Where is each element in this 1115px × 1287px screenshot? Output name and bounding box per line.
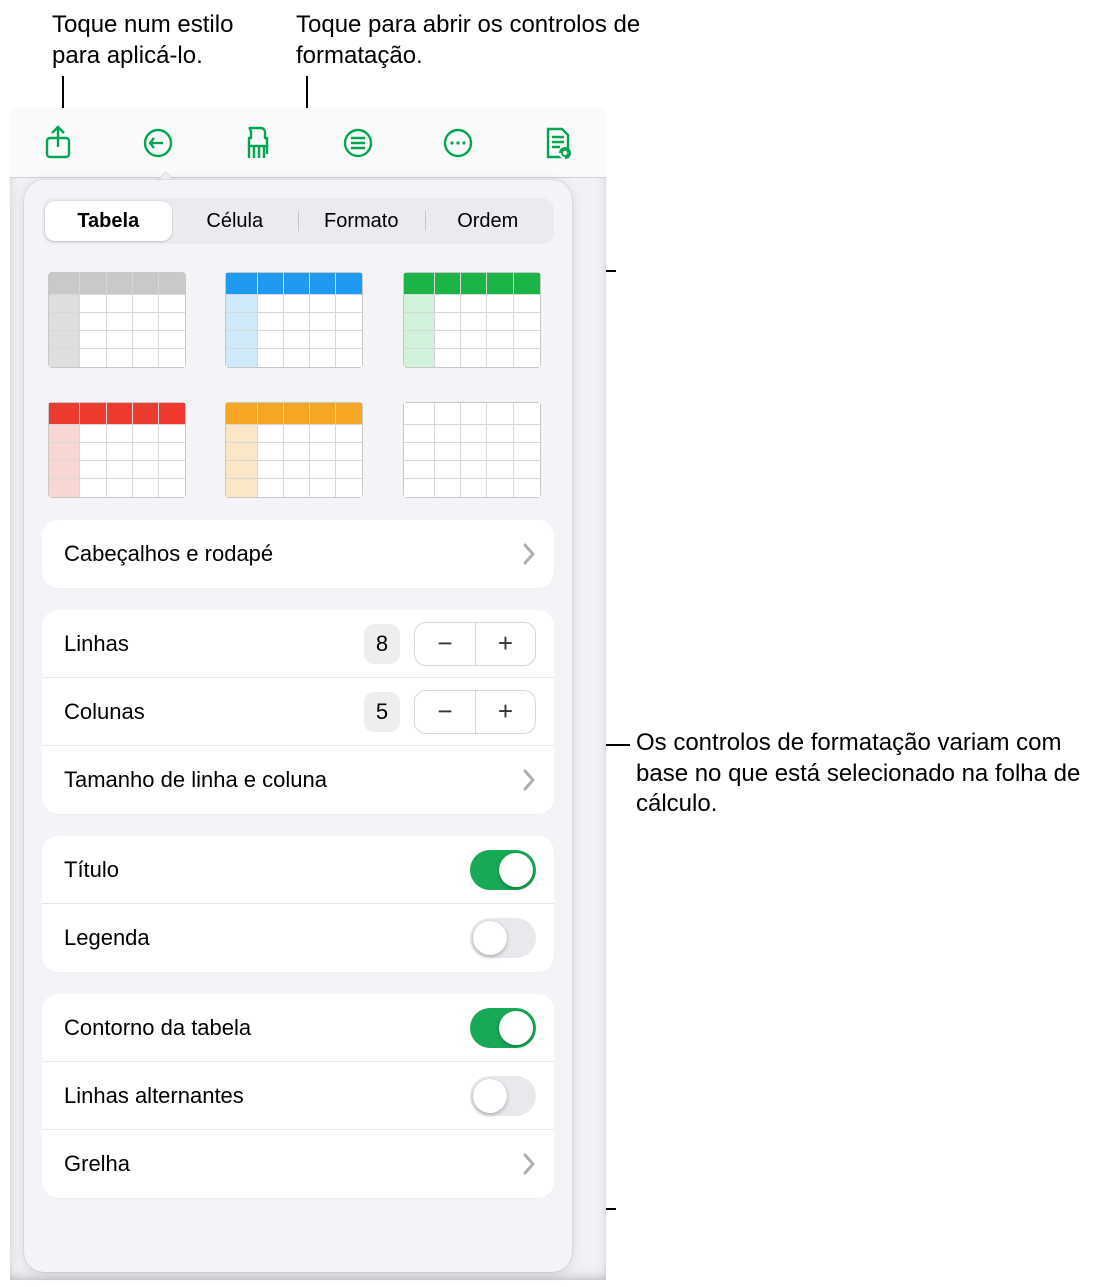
toolbar <box>10 108 606 178</box>
more-button[interactable] <box>430 115 486 171</box>
table-style-grid <box>48 272 548 498</box>
alternating-row: Linhas alternantes <box>42 1062 554 1130</box>
headers-card: Cabeçalhos e rodapé <box>42 520 554 588</box>
document-settings-button[interactable] <box>530 115 586 171</box>
rows-value: 8 <box>364 624 400 664</box>
cols-label: Colunas <box>64 699 145 725</box>
table-style-gray[interactable] <box>48 272 186 368</box>
insert-button[interactable] <box>330 115 386 171</box>
grid-label: Grelha <box>64 1151 130 1177</box>
table-style-blue[interactable] <box>225 272 363 368</box>
rows-increment-button[interactable]: + <box>475 623 535 665</box>
tab-formato[interactable]: Formato <box>298 201 425 241</box>
caption-label: Legenda <box>64 925 150 951</box>
title-label: Título <box>64 857 119 883</box>
chevron-right-icon <box>522 1152 536 1176</box>
chevron-right-icon <box>522 542 536 566</box>
callout-panel: Os controlos de formatação variam com ba… <box>636 728 1086 820</box>
title-card: Título Legenda <box>42 836 554 972</box>
table-style-orange[interactable] <box>225 402 363 498</box>
cols-decrement-button[interactable]: − <box>415 691 475 733</box>
outline-row: Contorno da tabela <box>42 994 554 1062</box>
tab-ordem[interactable]: Ordem <box>425 201 552 241</box>
format-popover: Tabela Célula Formato Ordem Cabeçalhos e… <box>24 180 572 1272</box>
rows-stepper: − + <box>414 622 536 666</box>
undo-button[interactable] <box>130 115 186 171</box>
tab-tabela[interactable]: Tabela <box>45 201 172 241</box>
rows-decrement-button[interactable]: − <box>415 623 475 665</box>
table-style-red[interactable] <box>48 402 186 498</box>
headers-footers-row[interactable]: Cabeçalhos e rodapé <box>42 520 554 588</box>
outline-label: Contorno da tabela <box>64 1015 251 1041</box>
row-col-size-label: Tamanho de linha e coluna <box>64 767 327 793</box>
cols-stepper: − + <box>414 690 536 734</box>
headers-footers-label: Cabeçalhos e rodapé <box>64 541 273 567</box>
table-style-plain[interactable] <box>403 402 541 498</box>
tab-label: Ordem <box>457 210 518 233</box>
segmented-control: Tabela Célula Formato Ordem <box>42 198 554 244</box>
alternating-switch[interactable] <box>470 1076 536 1116</box>
cols-increment-button[interactable]: + <box>475 691 535 733</box>
outline-switch[interactable] <box>470 1008 536 1048</box>
rows-label: Linhas <box>64 631 129 657</box>
cols-row: Colunas 5 − + <box>42 678 554 746</box>
tab-celula[interactable]: Célula <box>172 201 299 241</box>
chevron-right-icon <box>522 768 536 792</box>
row-col-size-row[interactable]: Tamanho de linha e coluna <box>42 746 554 814</box>
callout-format-button: Toque para abrir os controlos de formata… <box>296 10 656 71</box>
table-style-green[interactable] <box>403 272 541 368</box>
share-button[interactable] <box>30 115 86 171</box>
grid-row[interactable]: Grelha <box>42 1130 554 1198</box>
tab-label: Formato <box>324 210 398 233</box>
tab-label: Célula <box>206 210 263 233</box>
callout-style: Toque num estilo para aplicá-lo. <box>52 10 282 71</box>
appearance-card: Contorno da tabela Linhas alternantes Gr… <box>42 994 554 1198</box>
tab-label: Tabela <box>77 210 139 233</box>
title-row: Título <box>42 836 554 904</box>
format-button[interactable] <box>230 115 286 171</box>
alternating-label: Linhas alternantes <box>64 1083 244 1109</box>
caption-switch[interactable] <box>470 918 536 958</box>
caption-row: Legenda <box>42 904 554 972</box>
dimensions-card: Linhas 8 − + Colunas 5 − + <box>42 610 554 814</box>
rows-row: Linhas 8 − + <box>42 610 554 678</box>
cols-value: 5 <box>364 692 400 732</box>
title-switch[interactable] <box>470 850 536 890</box>
